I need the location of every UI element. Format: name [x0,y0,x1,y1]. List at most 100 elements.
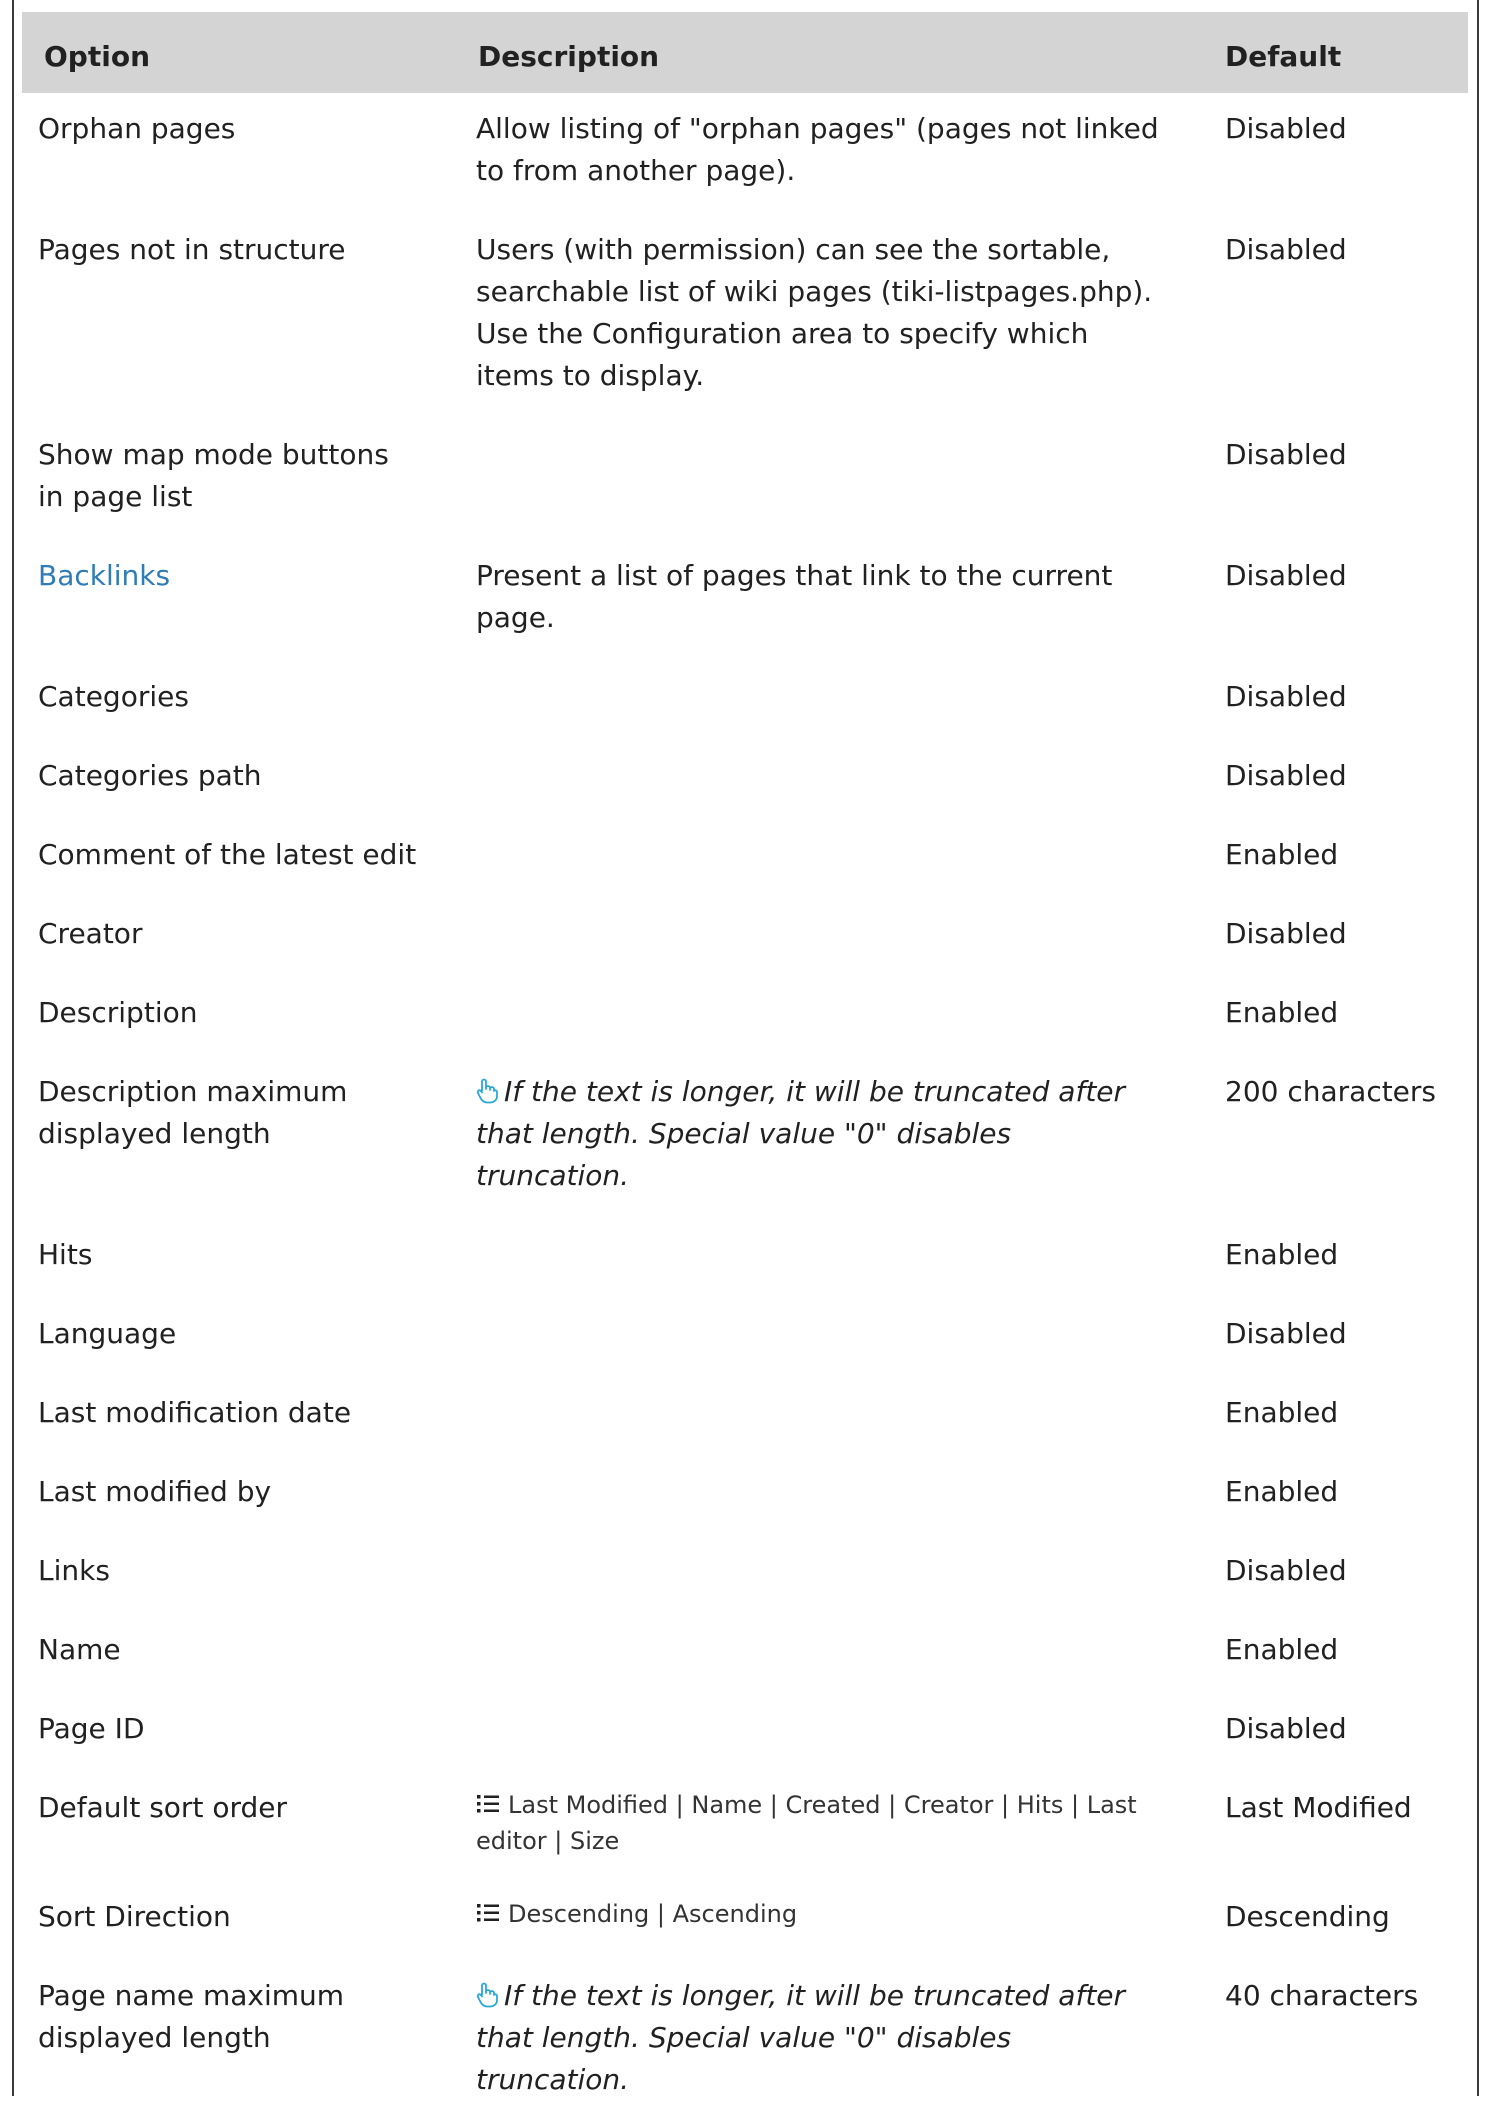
description-cell: Present a list of pages that link to the… [476,559,1113,634]
option-cell: Sort Direction [38,1900,231,1933]
default-cell: Enabled [1225,1238,1339,1271]
default-cell: Disabled [1225,1712,1347,1745]
option-cell: Pages not in structure [38,233,346,266]
table-row: Comment of the latest edit Enabled [22,819,1468,898]
option-cell: Page ID [38,1712,145,1745]
default-cell: Enabled [1225,996,1339,1029]
description-cell [456,898,1213,977]
default-cell: Disabled [1225,559,1347,592]
option-cell: Last modification date [38,1396,352,1429]
page-frame: Option Description Default Orphan pages … [0,0,1491,2096]
option-cell: Backlinks [22,540,456,661]
table-row: Name Enabled [22,1614,1468,1693]
header-description: Description [478,40,660,73]
default-cell: 40 characters [1225,1979,1419,2012]
option-cell: Comment of the latest edit [38,838,417,871]
table-row: Page name maximum displayed length If th… [22,1960,1468,2123]
table-row: Hits Enabled [22,1219,1468,1298]
options-text: Last Modified | Name | Created | Creator… [476,1791,1137,1855]
default-cell: Descending [1225,1900,1390,1933]
description-cell [456,819,1213,898]
description-cell [456,1298,1213,1377]
table-row: Page ID Disabled [22,1693,1468,1772]
option-cell: Default sort order [38,1791,287,1824]
options-text: Descending | Ascending [508,1900,798,1928]
backlinks-link[interactable]: Backlinks [38,559,170,592]
description-cell: Allow listing of "orphan pages" (pages n… [476,112,1159,187]
header-option: Option [44,40,150,73]
left-border [12,0,14,2096]
description-cell [456,740,1213,819]
default-cell: Disabled [1225,112,1347,145]
description-cell: Users (with permission) can see the sort… [476,233,1153,392]
table-row: Creator Disabled [22,898,1468,977]
default-cell: Disabled [1225,680,1347,713]
table-row: Categories path Disabled [22,740,1468,819]
table-row: Last modified by Enabled [22,1456,1468,1535]
table-row: Orphan pages Allow listing of "orphan pa… [22,93,1468,214]
table-row: Categories Disabled [22,661,1468,740]
option-cell: Language [38,1317,177,1350]
option-cell: Creator [38,917,143,950]
default-cell: Disabled [1225,917,1347,950]
sort-direction-options: Descending | Ascending [476,1896,1173,1932]
table-row: Description Enabled [22,977,1468,1056]
option-cell: Last modified by [38,1475,272,1508]
table-row: Last modification date Enabled [22,1377,1468,1456]
description-cell [456,1693,1213,1772]
option-cell: Description [38,996,198,1029]
hint-text: If the text is longer, it will be trunca… [476,1075,1126,1192]
description-cell [456,1614,1213,1693]
default-cell: Disabled [1225,1317,1347,1350]
table-row: Description maximum displayed length If … [22,1056,1468,1219]
table-row: Language Disabled [22,1298,1468,1377]
option-cell: Links [38,1554,110,1587]
default-cell: Last Modified [1225,1791,1412,1824]
default-cell: Enabled [1225,838,1339,871]
description-cell [456,661,1213,740]
default-cell: Enabled [1225,1396,1339,1429]
list-icon [477,1904,499,1922]
hint-text: If the text is longer, it will be trunca… [476,1979,1126,2096]
list-icon [477,1795,499,1813]
description-cell [456,977,1213,1056]
default-cell: Disabled [1225,233,1347,266]
description-cell [456,1219,1213,1298]
table-header-row: Option Description Default [22,12,1468,93]
table-row: Show map mode buttons in page list Disab… [22,419,1468,540]
default-cell: Enabled [1225,1633,1339,1666]
preferences-table: Option Description Default Orphan pages … [22,12,1468,2123]
default-cell: Disabled [1225,759,1347,792]
description-cell [456,1377,1213,1456]
default-cell: Disabled [1225,438,1347,471]
description-cell: If the text is longer, it will be trunca… [456,1056,1213,1219]
option-cell: Show map mode buttons in page list [38,438,389,513]
description-cell [456,419,1213,540]
sort-order-options: Last Modified | Name | Created | Creator… [476,1787,1173,1859]
description-cell: Descending | Ascending [456,1881,1213,1960]
description-cell [456,1456,1213,1535]
table-row: Sort Direction Descending | Ascending De… [22,1881,1468,1960]
option-cell: Categories [38,680,189,713]
default-cell: Enabled [1225,1475,1339,1508]
option-cell: Categories path [38,759,262,792]
table-row: Links Disabled [22,1535,1468,1614]
option-cell: Page name maximum displayed length [38,1979,345,2054]
option-cell: Orphan pages [38,112,236,145]
right-border [1477,0,1479,2096]
description-cell: If the text is longer, it will be trunca… [456,1960,1213,2123]
description-cell: Last Modified | Name | Created | Creator… [456,1772,1213,1881]
default-cell: Disabled [1225,1554,1347,1587]
default-cell: 200 characters [1225,1075,1437,1108]
option-cell: Hits [38,1238,93,1271]
pointing-hand-icon [476,1078,498,1104]
pointing-hand-icon [476,1982,498,2008]
table-row: Default sort order Last Modified | Name … [22,1772,1468,1881]
header-default: Default [1225,40,1342,73]
preferences-table-container: Option Description Default Orphan pages … [22,12,1468,2123]
option-cell: Name [38,1633,121,1666]
description-cell [456,1535,1213,1614]
table-row: Pages not in structure Users (with permi… [22,214,1468,419]
option-cell: Description maximum displayed length [38,1075,348,1150]
table-row: Backlinks Present a list of pages that l… [22,540,1468,661]
